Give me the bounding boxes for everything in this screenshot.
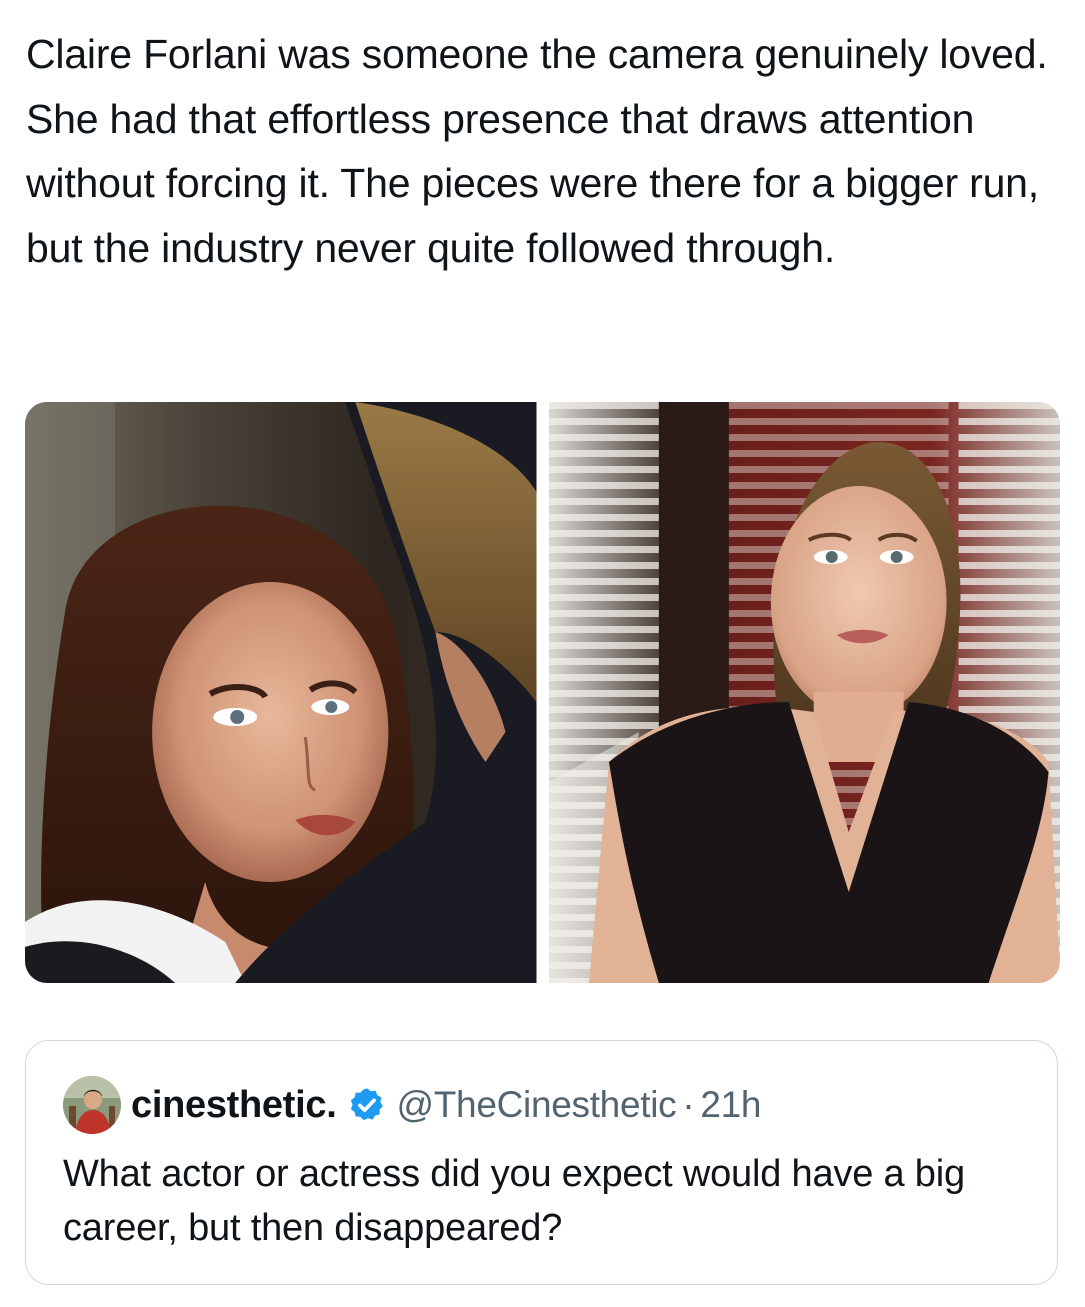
photo-right-image xyxy=(548,402,1060,983)
media-grid[interactable] xyxy=(25,402,1060,983)
tweet-text: Claire Forlani was someone the camera ge… xyxy=(26,31,1048,271)
avatar-image xyxy=(63,1076,121,1134)
separator-dot: · xyxy=(682,1084,695,1125)
quoted-tweet-card[interactable]: cinesthetic. @TheCinesthetic · 21h What … xyxy=(25,1040,1058,1285)
photo-left-image xyxy=(25,402,537,983)
verified-badge-icon xyxy=(348,1086,386,1124)
avatar[interactable] xyxy=(63,1076,121,1134)
quoted-timestamp[interactable]: 21h xyxy=(700,1084,761,1126)
photo-right[interactable] xyxy=(548,402,1060,983)
quoted-tweet-text: What actor or actress did you expect wou… xyxy=(63,1153,965,1249)
quoted-display-name[interactable]: cinesthetic. xyxy=(131,1084,337,1127)
photo-left[interactable] xyxy=(25,402,537,983)
quoted-handle[interactable]: @TheCinesthetic xyxy=(396,1084,676,1126)
quoted-tweet-header: cinesthetic. @TheCinesthetic · 21h xyxy=(63,1075,762,1135)
